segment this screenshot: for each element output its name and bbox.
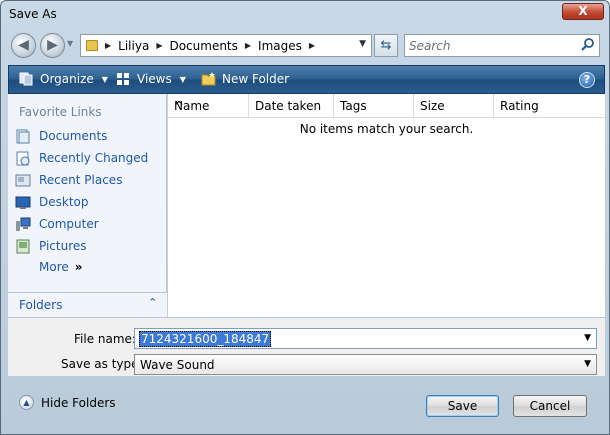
breadcrumb-separator-icon[interactable]: ▶ (309, 41, 315, 50)
address-bar[interactable]: ▶ Liliya ▶ Documents ▶ Images ▶ ▼ (80, 34, 372, 57)
address-dropdown-icon[interactable]: ▼ (359, 39, 366, 49)
file-name-label: File name: (74, 332, 136, 346)
more-link[interactable]: More » (39, 260, 83, 274)
save-as-dialog: Save As X ◀ ▶ ▼ ▶ Liliya ▶ Documents ▶ I… (0, 0, 610, 435)
file-name-field[interactable]: 7124321600_184847 ▼ (134, 328, 597, 349)
breadcrumb-liliya[interactable]: Liliya (118, 39, 149, 53)
nav-item-recently-changed[interactable]: Recently Changed (15, 149, 148, 167)
title-bar: Save As X (1, 1, 609, 31)
breadcrumb-separator-icon[interactable]: ▶ (156, 41, 162, 50)
chevron-up-icon: ▲ (19, 395, 34, 410)
nav-item-label: Computer (39, 217, 99, 231)
nav-item-label: Recently Changed (39, 151, 149, 165)
save-as-type-value: Wave Sound (140, 358, 215, 372)
new-folder-icon (201, 72, 216, 86)
sort-ascending-icon: ^ (174, 99, 185, 113)
hide-folders-toggle[interactable]: ▲ Hide Folders (19, 395, 116, 410)
breadcrumb-images[interactable]: Images (258, 39, 302, 53)
search-box[interactable] (404, 34, 600, 57)
double-chevron-right-icon: » (74, 260, 83, 274)
column-header-name[interactable]: Name ^ (168, 94, 249, 118)
documents-icon (16, 129, 30, 143)
breadcrumb-documents[interactable]: Documents (169, 39, 237, 53)
breadcrumb-separator-icon[interactable]: ▶ (105, 41, 111, 50)
nav-item-pictures[interactable]: Pictures (15, 237, 87, 255)
views-label: Views (137, 72, 172, 86)
file-name-value[interactable]: 7124321600_184847 (139, 331, 272, 347)
column-header-tags[interactable]: Tags (334, 94, 414, 118)
more-label: More (39, 260, 69, 274)
empty-results-message: No items match your search. (299, 122, 474, 136)
search-input[interactable] (409, 39, 569, 53)
new-folder-button[interactable]: New Folder (201, 72, 289, 86)
column-header-rating[interactable]: Rating (494, 94, 605, 118)
recent-pages-dropdown[interactable]: ▼ (67, 39, 73, 48)
computer-icon (16, 217, 31, 231)
nav-item-label: Desktop (39, 195, 89, 209)
nav-item-documents[interactable]: Documents (15, 127, 107, 145)
folders-label: Folders (19, 298, 63, 312)
navigation-pane: Favorite Links Documents Recently Change… (8, 94, 167, 317)
window-title: Save As (9, 7, 57, 21)
column-header-label: Size (420, 99, 445, 113)
views-icon (117, 73, 129, 85)
pictures-icon (16, 239, 30, 253)
file-list-view[interactable]: Name ^ Date taken Tags Size Rating No it… (168, 94, 605, 317)
views-menu[interactable]: Views ▼ (116, 72, 186, 86)
column-header-size[interactable]: Size (414, 94, 494, 118)
favorite-links-heading: Favorite Links (19, 105, 102, 119)
forward-button[interactable]: ▶ (40, 33, 65, 58)
column-header-label: Date taken (255, 99, 322, 113)
nav-item-computer[interactable]: Computer (15, 215, 99, 233)
save-as-type-label: Save as type: (61, 357, 143, 371)
close-button[interactable]: X (562, 3, 604, 20)
back-button[interactable]: ◀ (11, 33, 36, 58)
nav-item-label: Pictures (39, 239, 87, 253)
organize-label: Organize (40, 72, 94, 86)
cancel-button[interactable]: Cancel (513, 395, 587, 417)
refresh-button[interactable]: ⇆ (374, 34, 398, 57)
column-header-date-taken[interactable]: Date taken (249, 94, 334, 118)
nav-item-recent-places[interactable]: Recent Places (15, 171, 122, 189)
column-header-label: Rating (500, 99, 539, 113)
breadcrumb-separator-icon[interactable]: ▶ (245, 41, 251, 50)
save-button[interactable]: Save (426, 395, 499, 417)
command-toolbar: Organize ▼ Views ▼ New Folder ? (8, 65, 605, 94)
nav-item-label: Recent Places (39, 173, 123, 187)
chevron-down-icon[interactable]: ▼ (584, 359, 591, 369)
recent-places-icon (15, 174, 31, 186)
save-as-type-select[interactable]: Wave Sound ▼ (134, 354, 597, 375)
nav-item-desktop[interactable]: Desktop (15, 193, 89, 211)
save-form: File name: 7124321600_184847 ▼ Save as t… (8, 317, 605, 376)
search-icon[interactable] (580, 37, 595, 52)
chevron-down-icon[interactable]: ▼ (584, 333, 591, 343)
organize-icon (19, 72, 33, 86)
help-icon[interactable]: ? (579, 72, 595, 88)
organize-menu[interactable]: Organize ▼ (19, 72, 108, 86)
folders-toggle-bar[interactable]: Folders ⌃ (8, 292, 167, 317)
folder-icon (86, 40, 98, 51)
desktop-icon (15, 196, 31, 209)
recently-changed-icon (16, 151, 30, 165)
nav-item-label: Documents (39, 129, 108, 143)
column-header-label: Tags (340, 99, 367, 113)
chevron-down-icon: ▼ (179, 74, 186, 84)
new-folder-label: New Folder (222, 72, 290, 86)
chevron-up-icon[interactable]: ⌃ (148, 296, 157, 309)
chevron-down-icon: ▼ (101, 74, 108, 84)
hide-folders-label: Hide Folders (41, 395, 116, 410)
